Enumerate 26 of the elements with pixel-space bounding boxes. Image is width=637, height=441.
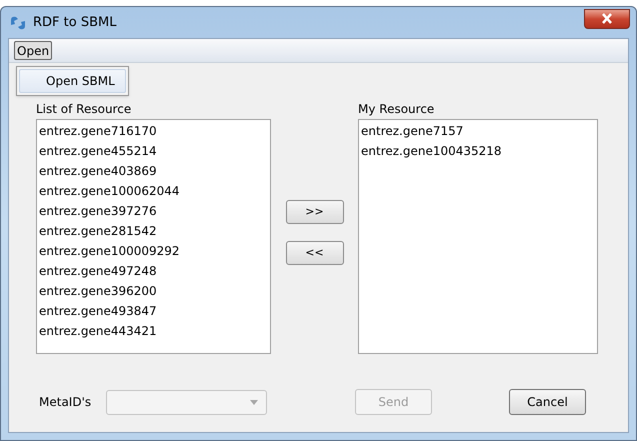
list-item[interactable]: entrez.gene455214	[39, 141, 268, 161]
list-item[interactable]: entrez.gene403869	[39, 161, 268, 181]
move-button[interactable]: >>	[286, 200, 344, 224]
list-item[interactable]: entrez.gene493847	[39, 301, 268, 321]
list-item[interactable]: entrez.gene716170	[39, 121, 268, 141]
move-button[interactable]: <<	[286, 241, 344, 265]
list-item[interactable]: entrez.gene7157	[361, 121, 595, 141]
close-icon	[601, 13, 613, 24]
list-item[interactable]: entrez.gene396200	[39, 281, 268, 301]
list-item[interactable]: entrez.gene100009292	[39, 241, 268, 261]
menu-option[interactable]: Open SBML	[19, 69, 126, 93]
menu-item[interactable]: Open	[14, 41, 52, 60]
list-item[interactable]: entrez.gene497248	[39, 261, 268, 281]
list-item[interactable]: entrez.gene397276	[39, 201, 268, 221]
cancel-button[interactable]: Cancel	[509, 389, 586, 415]
list-item[interactable]: entrez.gene100435218	[361, 141, 595, 161]
metaid-label: MetaID's	[39, 394, 92, 411]
window-title: RDF to SBML	[33, 14, 116, 32]
app-logo-icon	[9, 14, 27, 30]
close-button[interactable]	[584, 8, 630, 28]
list-item[interactable]: entrez.gene443421	[39, 321, 268, 341]
dropdown-arrow-icon	[250, 400, 258, 404]
list-label: List of Resource	[36, 101, 132, 117]
list-label: My Resource	[358, 101, 436, 117]
list-item[interactable]: entrez.gene100062044	[39, 181, 268, 201]
list-item[interactable]: entrez.gene281542	[39, 221, 268, 241]
